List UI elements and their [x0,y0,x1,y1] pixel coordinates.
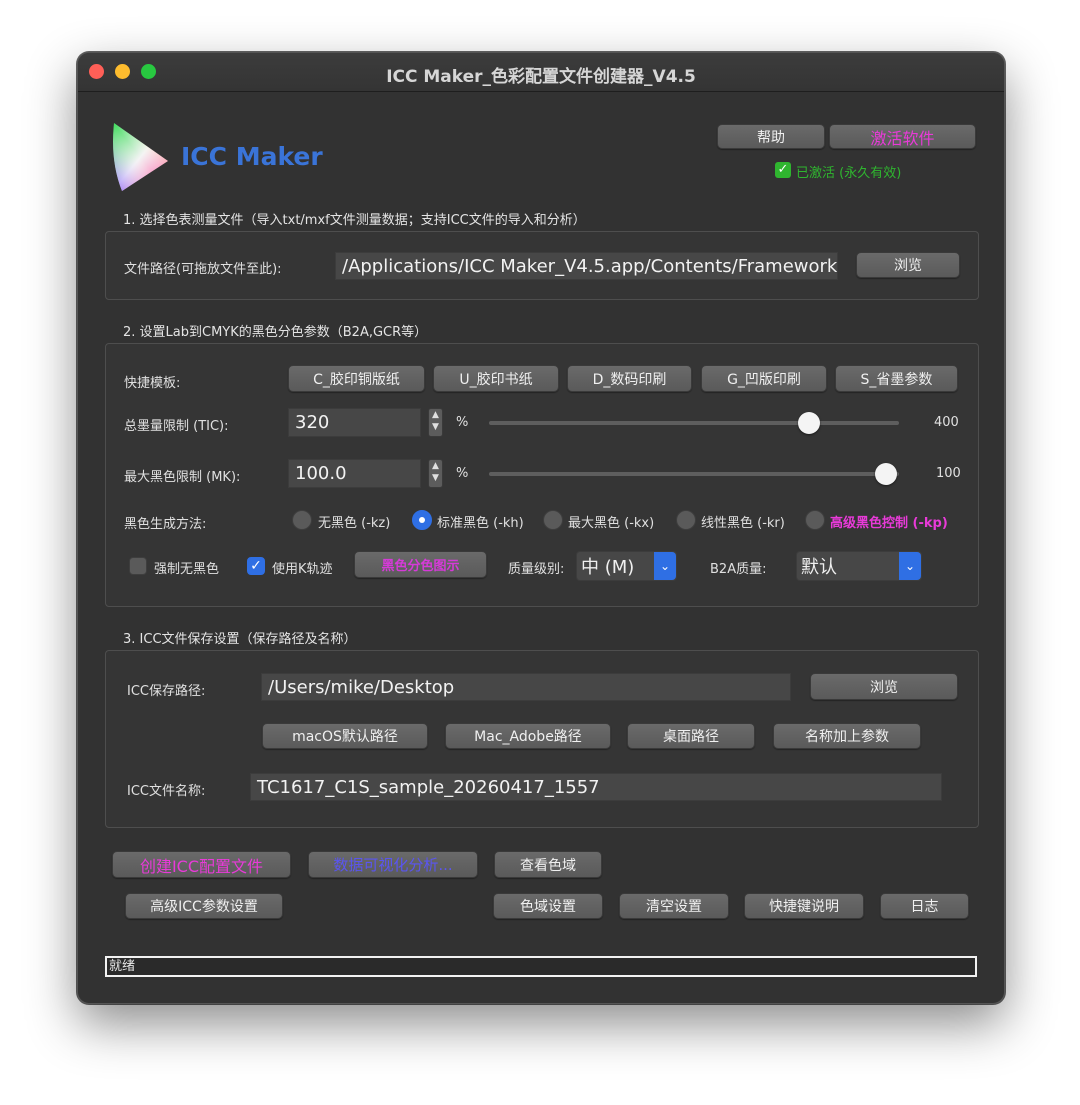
mac-adobe-path-button[interactable]: Mac_Adobe路径 [445,723,611,749]
help-button[interactable]: 帮助 [717,124,825,149]
section3-title: 3. ICC文件保存设置（保存路径及名称） [123,632,357,647]
save-path-label: ICC保存路径: [127,684,206,699]
tic-unit: % [456,415,469,430]
save-browse-button[interactable]: 浏览 [810,673,958,700]
radio-standard-black[interactable] [412,510,432,530]
advanced-icc-settings-button[interactable]: 高级ICC参数设置 [125,893,283,919]
quality-select[interactable]: 中 (M) ⌄ [576,551,677,581]
mk-slider-track[interactable] [489,472,899,476]
name-add-params-button[interactable]: 名称加上参数 [773,723,921,749]
mk-slider-knob[interactable] [875,463,897,485]
black-diagram-button[interactable]: 黑色分色图示 [354,551,487,578]
data-visualization-button[interactable]: 数据可视化分析... [308,851,478,878]
gamut-logo-icon [113,123,168,191]
b2a-label: B2A质量: [710,562,767,577]
file-browse-button[interactable]: 浏览 [856,252,960,278]
b2a-select[interactable]: 默认 ⌄ [796,551,922,581]
tic-input[interactable]: 320 [288,408,421,437]
view-gamut-button[interactable]: 查看色域 [494,851,602,878]
icc-name-label: ICC文件名称: [127,784,206,799]
tic-max-label: 400 [934,415,959,430]
mk-unit: % [456,466,469,481]
file-path-label: 文件路径(可拖放文件至此): [124,262,282,277]
tic-label: 总墨量限制 (TIC): [124,419,229,434]
force-no-black-label[interactable]: 强制无黑色 [154,558,219,577]
tic-slider-track[interactable] [489,421,899,425]
template-g-button[interactable]: G_凹版印刷 [701,365,827,392]
file-select-group: 文件路径(可拖放文件至此): /Applications/ICC Maker_V… [105,231,979,300]
tic-stepper-icon[interactable]: ▲ ▼ [428,408,443,437]
icc-name-input[interactable]: TC1617_C1S_sample_20260417_1557 [250,773,942,801]
mk-input[interactable]: 100.0 [288,459,421,488]
mk-stepper-icon[interactable]: ▲ ▼ [428,459,443,488]
window-title: ICC Maker_色彩配置文件创建器_V4.5 [386,67,696,87]
black-method-label: 黑色生成方法: [124,517,207,532]
b2a-select-value: 默认 [801,557,837,578]
use-k-locus-checkbox[interactable]: ✓ [247,557,265,575]
radio-standard-black-label[interactable]: 标准黑色 (-kh) [437,512,524,531]
radio-no-black[interactable] [292,510,312,530]
desktop-path-button[interactable]: 桌面路径 [627,723,755,749]
radio-advanced-black[interactable] [805,510,825,530]
use-k-locus-label[interactable]: 使用K轨迹 [272,558,333,577]
gamut-settings-button[interactable]: 色域设置 [493,893,603,919]
create-icc-button[interactable]: 创建ICC配置文件 [112,851,291,878]
title-bar[interactable]: ICC Maker_色彩配置文件创建器_V4.5 [78,53,1004,92]
template-d-button[interactable]: D_数码印刷 [567,365,692,392]
save-path-input[interactable]: /Users/mike/Desktop [261,673,791,701]
logo-title: ICC Maker [181,142,323,171]
force-no-black-checkbox[interactable] [129,557,147,575]
section1-title: 1. 选择色表测量文件（导入txt/mxf文件测量数据；支持ICC文件的导入和分… [123,213,586,228]
activation-status: 已激活 (永久有效) [796,166,902,181]
template-s-button[interactable]: S_省墨参数 [835,365,958,392]
tic-slider-knob[interactable] [798,412,820,434]
shortcuts-help-button[interactable]: 快捷键说明 [744,893,864,919]
status-bar: 就绪 [105,956,977,977]
mk-max-label: 100 [936,466,961,481]
black-generation-group: 快捷模板: C_胶印铜版纸 U_胶印书纸 D_数码印刷 G_凹版印刷 S_省墨参… [105,343,979,607]
log-button[interactable]: 日志 [880,893,969,919]
mk-label: 最大黑色限制 (MK): [124,470,241,485]
radio-linear-black[interactable] [676,510,696,530]
quality-select-value: 中 (M) [581,557,635,578]
file-path-input[interactable]: /Applications/ICC Maker_V4.5.app/Content… [335,252,838,280]
chevron-down-icon: ⌄ [654,552,676,580]
section2-title: 2. 设置Lab到CMYK的黑色分色参数（B2A,GCR等） [123,325,428,340]
templates-label: 快捷模板: [124,376,181,391]
radio-linear-black-label[interactable]: 线性黑色 (-kr) [701,512,785,531]
radio-max-black-label[interactable]: 最大黑色 (-kx) [568,512,654,531]
save-settings-group: ICC保存路径: /Users/mike/Desktop 浏览 macOS默认路… [105,650,979,828]
quality-label: 质量级别: [508,562,565,577]
chevron-down-icon: ⌄ [899,552,921,580]
radio-max-black[interactable] [543,510,563,530]
checkmark-icon: ✓ [775,162,791,178]
template-c-button[interactable]: C_胶印铜版纸 [288,365,425,392]
clear-settings-button[interactable]: 清空设置 [619,893,729,919]
radio-no-black-label[interactable]: 无黑色 (-kz) [318,512,390,531]
radio-advanced-black-label[interactable]: 高级黑色控制 (-kp) [830,512,948,531]
macos-default-path-button[interactable]: macOS默认路径 [262,723,428,749]
template-u-button[interactable]: U_胶印书纸 [433,365,559,392]
app-window: ICC Maker_色彩配置文件创建器_V4.5 ICC Maker 帮助 激活… [77,52,1005,1004]
activate-button[interactable]: 激活软件 [829,124,976,149]
